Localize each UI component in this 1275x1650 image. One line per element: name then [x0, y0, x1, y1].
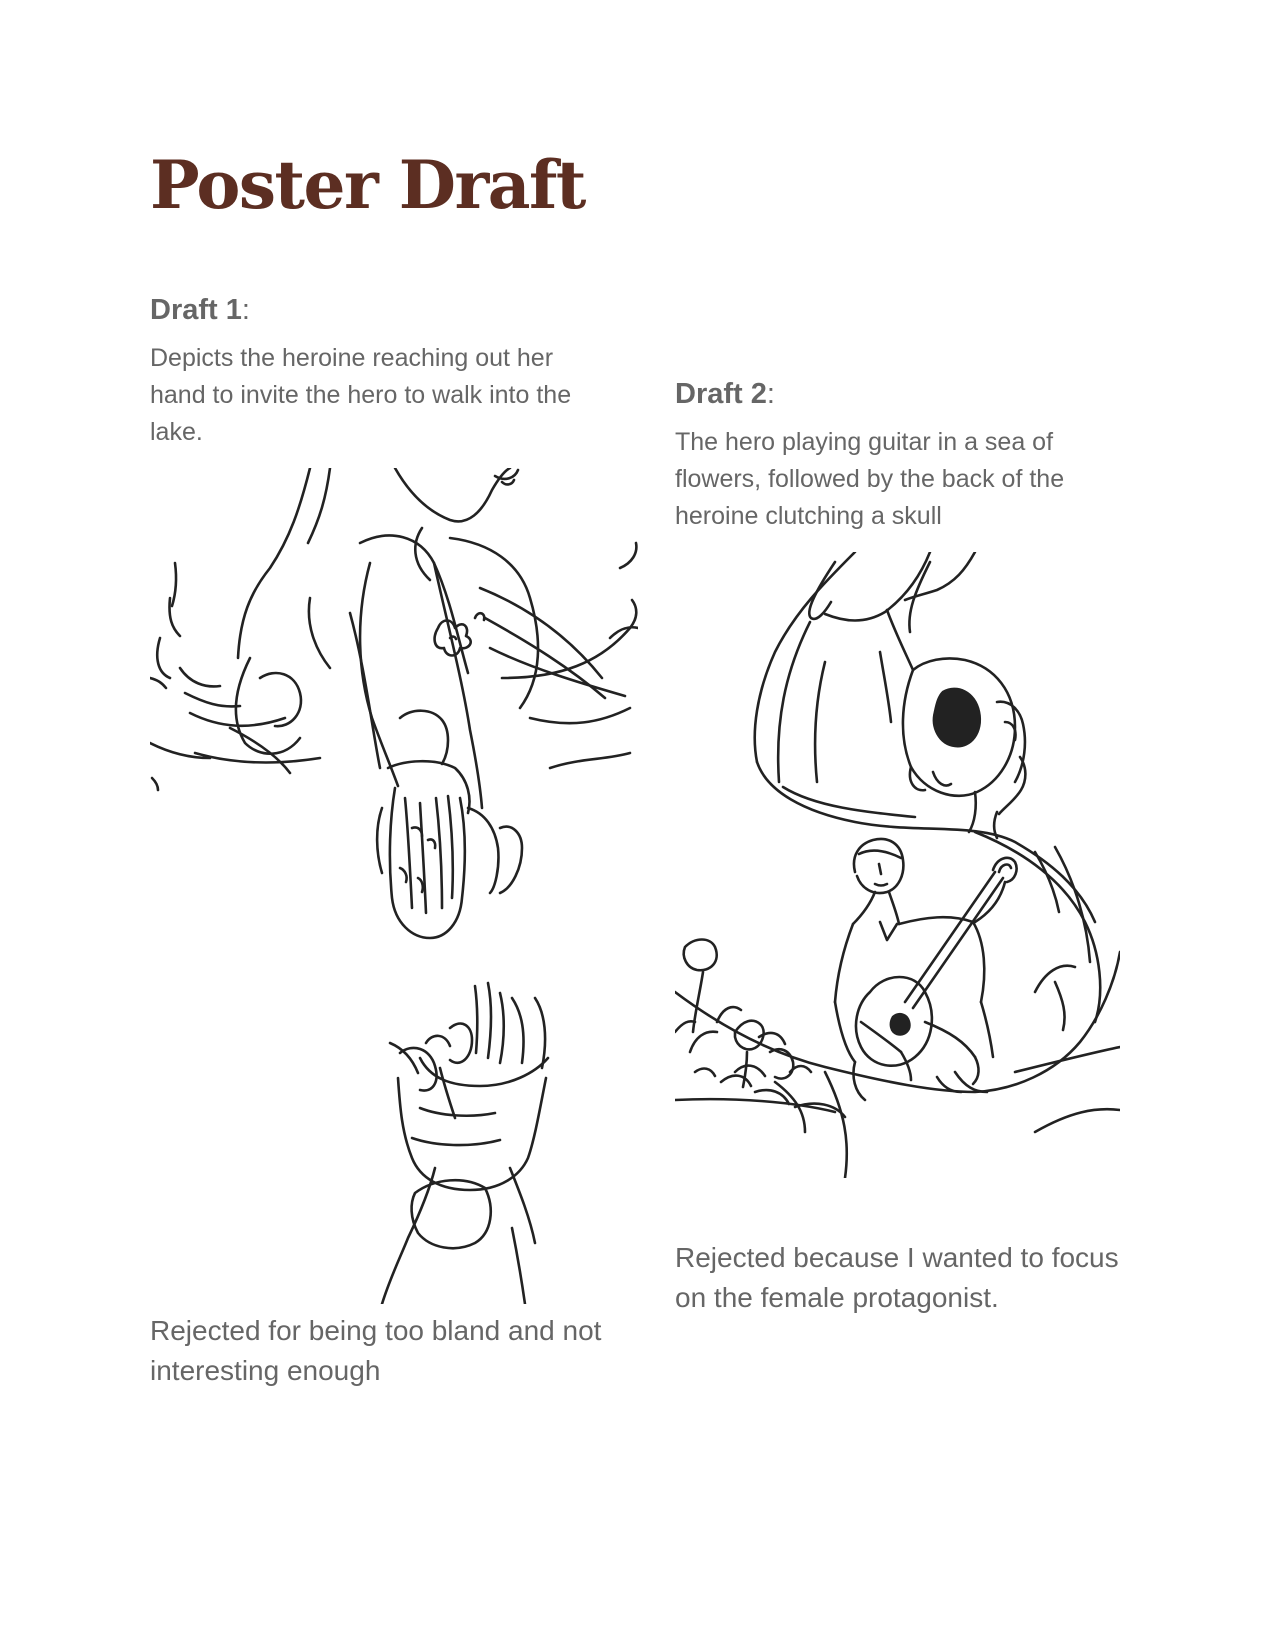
draft-1-heading: Draft 1: — [150, 294, 250, 326]
draft-2-section: Draft 2: The hero playing guitar in a se… — [675, 374, 1145, 535]
draft-1-sketch — [150, 468, 638, 1304]
draft-1-section: Draft 1: Depicts the heroine reaching ou… — [150, 290, 650, 451]
draft-2-sketch — [675, 552, 1120, 1178]
draft-1-verdict: Rejected for being too bland and not int… — [150, 1315, 602, 1386]
draft-2-description: The hero playing guitar in a sea of flow… — [675, 428, 1065, 530]
page-title: Poster Draft — [150, 146, 586, 224]
draft-2-heading-label: Draft 2 — [675, 378, 767, 410]
draft-2-heading: Draft 2: — [675, 378, 775, 410]
draft-1-description: Depicts the heroine reaching out her han… — [150, 344, 572, 446]
draft-2-verdict: Rejected because I wanted to focus on th… — [675, 1242, 1119, 1313]
draft-1-heading-label: Draft 1 — [150, 294, 242, 326]
